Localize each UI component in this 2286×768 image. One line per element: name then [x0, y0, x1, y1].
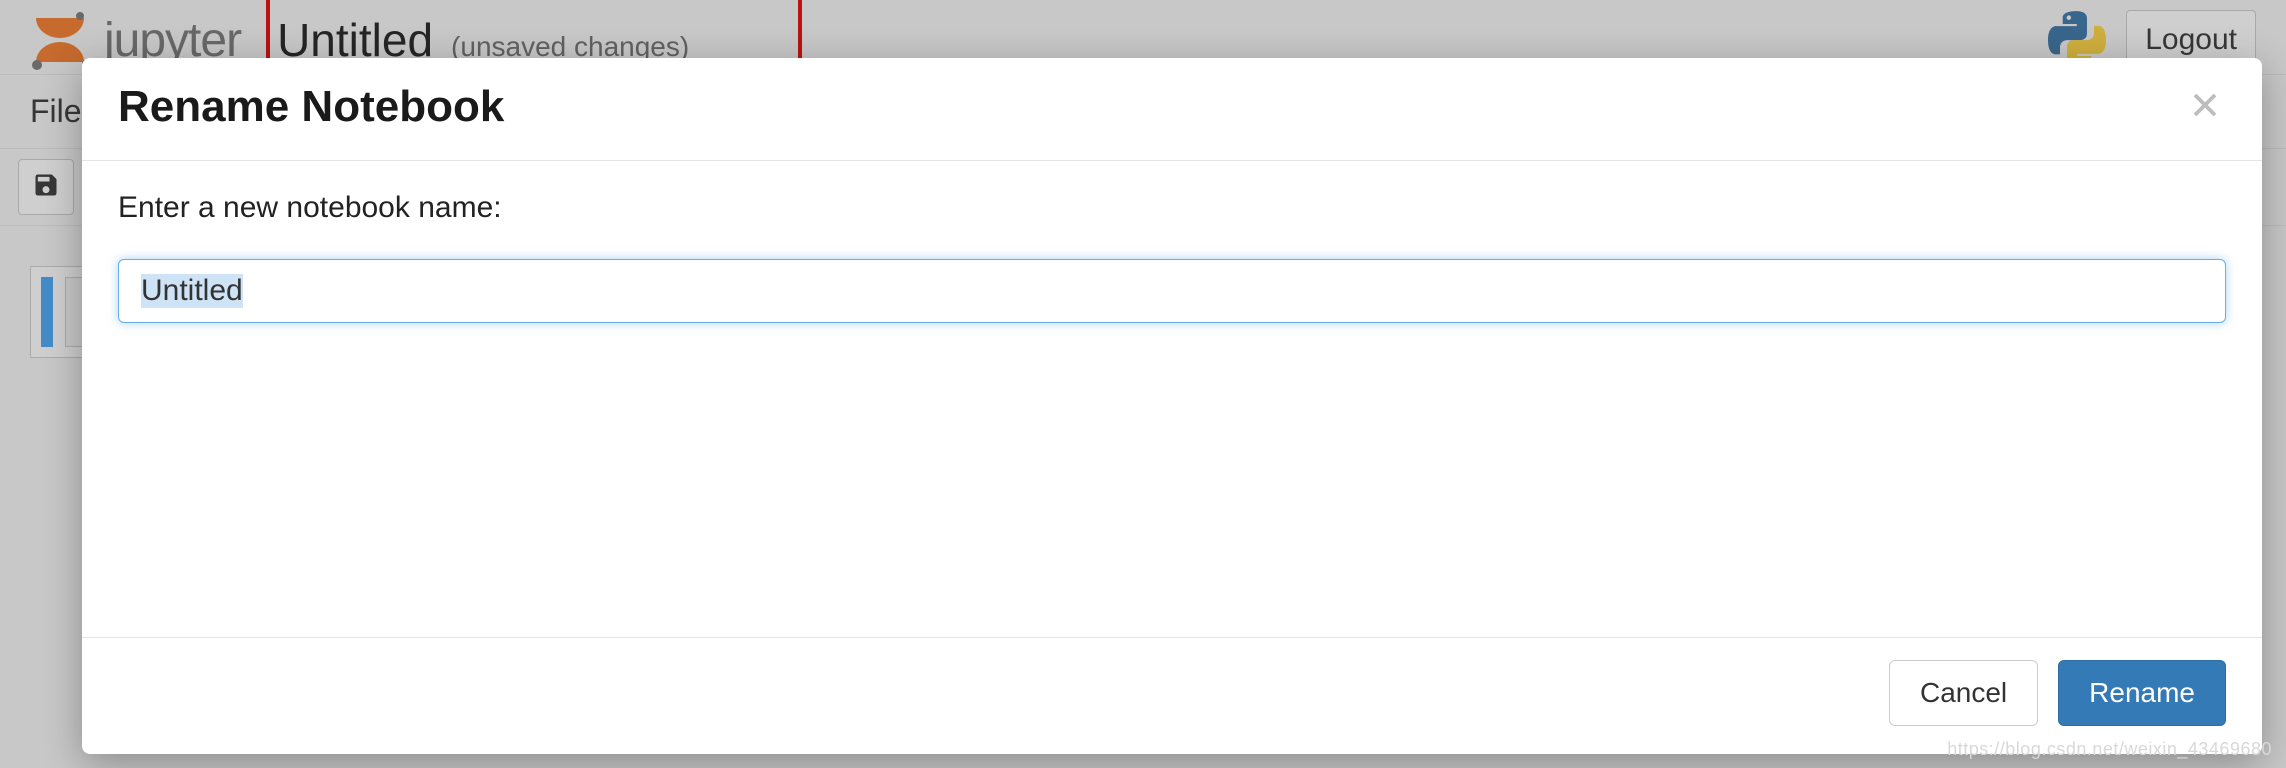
cancel-button[interactable]: Cancel — [1889, 660, 2038, 726]
modal-title: Rename Notebook — [118, 82, 504, 132]
rename-notebook-modal: Rename Notebook Enter a new notebook nam… — [82, 58, 2262, 754]
close-icon — [2190, 107, 2220, 124]
rename-button[interactable]: Rename — [2058, 660, 2226, 726]
modal-close-button[interactable] — [2184, 84, 2226, 131]
modal-header: Rename Notebook — [82, 58, 2262, 161]
modal-prompt: Enter a new notebook name: — [118, 191, 2226, 225]
notebook-name-input[interactable] — [118, 259, 2226, 323]
modal-footer: Cancel Rename — [82, 638, 2262, 754]
modal-body: Enter a new notebook name: — [82, 161, 2262, 638]
